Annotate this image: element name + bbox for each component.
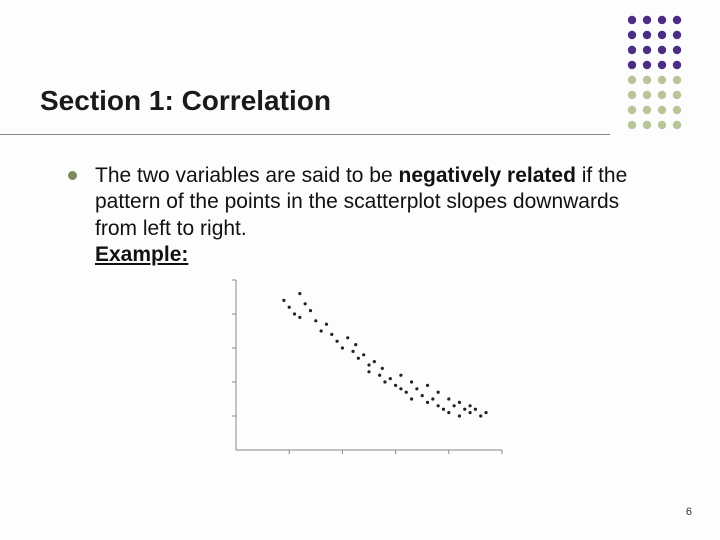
scatter-chart [218, 274, 660, 469]
page-number: 6 [686, 506, 692, 518]
body-area: The two variables are said to be negativ… [0, 135, 720, 469]
example-label: Example: [95, 243, 188, 266]
body-bold-negatively-related: negatively related [399, 164, 576, 187]
heading-block: Section 1: Correlation [0, 0, 720, 135]
page-title: Section 1: Correlation [40, 85, 680, 125]
heading-underline [0, 134, 610, 135]
body-pre: The two variables are said to be [95, 164, 399, 187]
body-text: The two variables are said to be negativ… [95, 163, 660, 268]
bullet-icon [68, 171, 77, 180]
bullet-item: The two variables are said to be negativ… [68, 163, 660, 268]
